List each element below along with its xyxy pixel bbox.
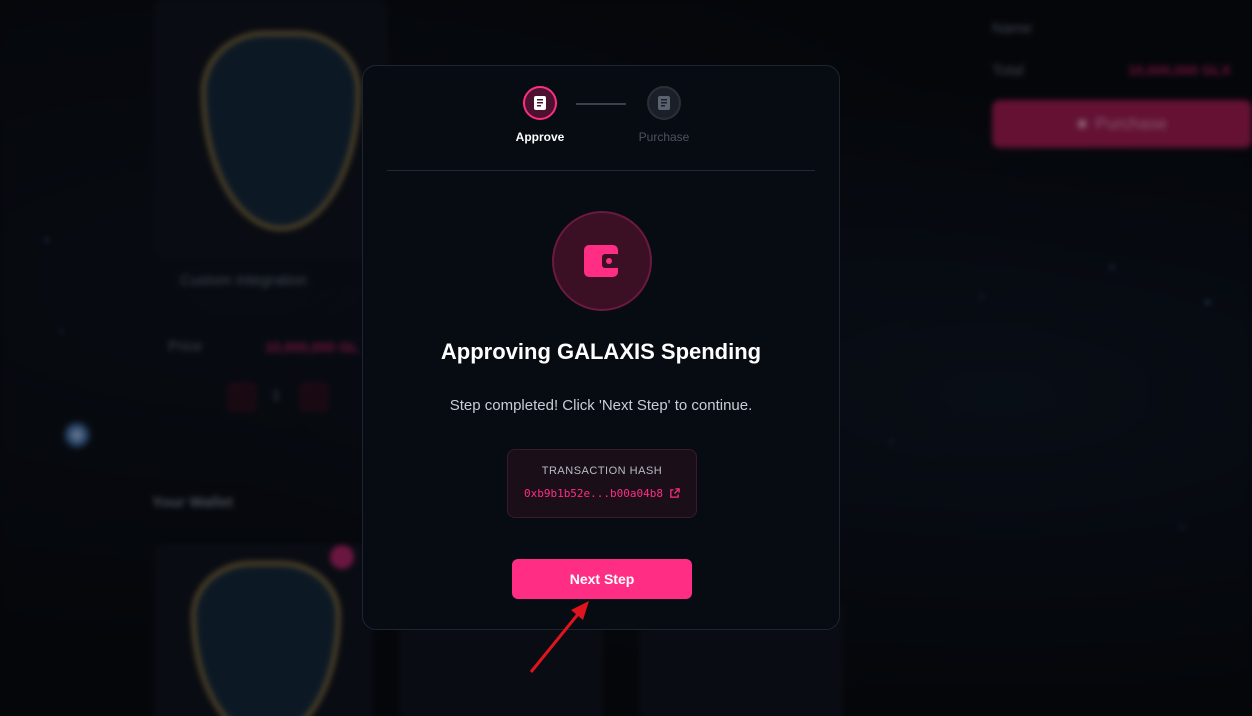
step-approve-label: Approve: [515, 130, 565, 144]
screen: Custom Integration Price 10,000,000 GLX …: [0, 0, 1252, 716]
name-label: Name: [992, 20, 1033, 37]
quantity-minus[interactable]: [228, 383, 256, 411]
transaction-hash-link[interactable]: 0xb9b1b52e...b00a04b8: [508, 487, 696, 500]
notification-dot: [330, 545, 354, 569]
step-purchase-label: Purchase: [638, 130, 690, 144]
your-wallet-heading: Your Wallet: [152, 494, 233, 511]
document-icon: [534, 96, 546, 110]
divider: [387, 170, 815, 171]
wallet-icon-circle: [552, 211, 652, 311]
step-approve-circle: [523, 86, 557, 120]
quantity-plus[interactable]: [300, 383, 328, 411]
stepper: Approve Purchase: [363, 86, 839, 156]
step-purchase-circle: [647, 86, 681, 120]
step-purchase: Purchase: [614, 86, 714, 144]
nft-card-image: [155, 0, 387, 257]
total-label: Total: [992, 62, 1024, 79]
card-title: Custom Integration: [180, 272, 307, 289]
document-icon: [658, 96, 670, 110]
key-badge-art: [191, 561, 341, 716]
external-link-icon: [670, 488, 680, 498]
star-glow: [62, 420, 92, 450]
transaction-hash-value: 0xb9b1b52e...b00a04b8: [523, 487, 664, 500]
quantity-value: 1: [272, 387, 281, 404]
rocket-badge-art: [201, 31, 361, 231]
next-step-button[interactable]: Next Step: [512, 559, 692, 599]
price-label: Price: [168, 338, 203, 355]
cart-icon: ■: [1076, 114, 1088, 133]
wallet-nft-card-1[interactable]: [155, 545, 372, 716]
purchase-button[interactable]: ■ Purchase: [992, 100, 1252, 148]
step-approve: Approve: [490, 86, 590, 144]
transaction-hash-box: TRANSACTION HASH 0xb9b1b52e...b00a04b8: [507, 449, 697, 518]
purchase-button-label: Purchase: [1095, 114, 1168, 133]
approval-modal: Approve Purchase Approving GALAXIS Spend…: [362, 65, 840, 630]
modal-title: Approving GALAXIS Spending: [440, 339, 762, 364]
wallet-icon: [584, 245, 620, 277]
modal-subtitle: Step completed! Click 'Next Step' to con…: [449, 397, 753, 414]
transaction-hash-label: TRANSACTION HASH: [541, 465, 663, 477]
total-value: 10,000,000 GLX: [1128, 62, 1231, 78]
price-value: 10,000,000 GLX: [265, 339, 360, 355]
annotation-arrow-icon: [529, 601, 589, 673]
